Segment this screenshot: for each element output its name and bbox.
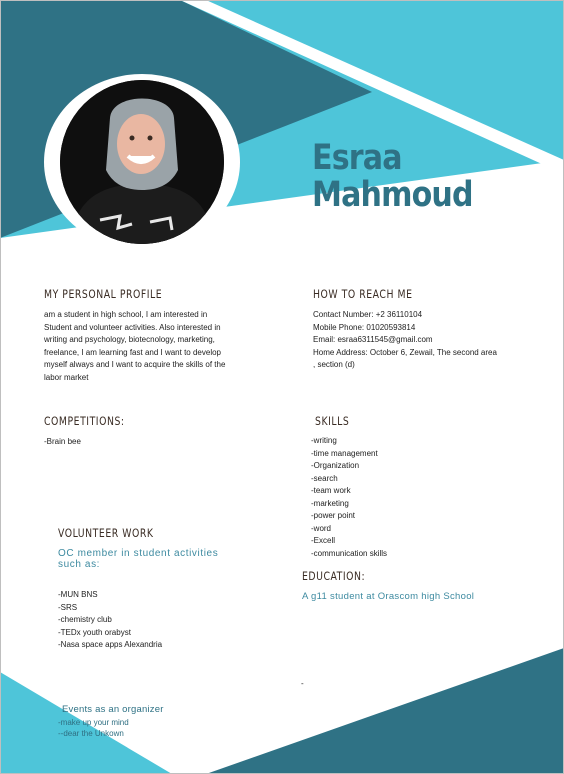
contact-text: Contact Number: +2 36110104 Mobile Phone… (313, 309, 513, 372)
stray-dash: - (301, 679, 304, 688)
list-item: -Organization (311, 461, 360, 470)
events-heading: Events as an organizer (62, 704, 164, 715)
profile-heading: MY PERSONAL PROFILE (44, 287, 163, 301)
person-portrait-icon (60, 80, 224, 244)
list-item: -marketing (311, 498, 349, 508)
list-item: -chemistry club (58, 615, 112, 624)
list-item: -writing (311, 436, 337, 445)
list-item: -search (311, 473, 338, 483)
last-name: Mahmoud (312, 175, 474, 215)
list-item: -MUN BNS (58, 590, 98, 599)
volunteer-subheading-line: such as: (58, 559, 101, 570)
skills-list: -writing -time management -Organization … (311, 435, 387, 560)
list-item: -Nasa space apps Alexandria (58, 640, 163, 649)
volunteer-subheading: OC member in student activities such as: (58, 548, 218, 570)
skills-heading: SKILLS (315, 414, 350, 428)
list-item: --dear the Unkown (58, 728, 124, 738)
volunteer-list: -MUN BNS -SRS -chemistry club -TEDx yout… (58, 589, 162, 652)
profile-text: am a student in high school, I am intere… (44, 309, 244, 385)
teal-bottom-triangle (206, 648, 564, 774)
profile-line: am a student in high school, I am intere… (44, 310, 208, 319)
profile-photo (60, 80, 224, 244)
profile-line: labor market (44, 372, 89, 382)
list-item: -make up your mind (58, 718, 129, 727)
full-name: Esraa Mahmoud (312, 138, 474, 215)
profile-line: myself always and I want to acquire the … (44, 360, 226, 370)
list-item: -SRS (58, 602, 78, 612)
first-name: Esraa (312, 138, 403, 178)
list-item: -time management (311, 448, 378, 458)
education-text: A g11 student at Orascom high School (302, 591, 475, 602)
profile-line: writing and psychology, biotecnology, ma… (44, 335, 215, 345)
list-item: -Brain bee (44, 437, 81, 446)
email: Email: esraa6311545@gmail.com (313, 335, 433, 345)
list-item: -power point (311, 511, 356, 520)
contact-heading: HOW TO REACH ME (313, 287, 413, 301)
profile-line: Student and volunteer activities. Also i… (44, 322, 221, 332)
home-address: Home Address: October 6, Zewail, The sec… (313, 347, 497, 357)
list-item: -communication skills (311, 548, 388, 558)
mobile-phone: Mobile Phone: 01020593814 (313, 322, 416, 332)
list-item: -team work (311, 486, 351, 495)
volunteer-heading: VOLUNTEER WORK (58, 526, 154, 540)
profile-photo-frame (44, 74, 240, 250)
volunteer-subheading-line: OC member in student activities (58, 548, 219, 559)
home-address-cont: , section (d) (313, 360, 355, 370)
competitions-heading: COMPETITIONS: (44, 414, 125, 428)
profile-line: freelance, I am learning fast and I want… (44, 347, 221, 357)
list-item: -TEDx youth orabyst (58, 627, 131, 637)
education-heading: EDUCATION: (302, 569, 366, 583)
list-item: -word (311, 523, 332, 533)
competitions-list: -Brain bee (44, 436, 81, 449)
resume-page: { "header": { "first_name": "Esraa", "la… (0, 0, 564, 774)
events-list: -make up your mind --dear the Unkown (58, 718, 129, 739)
list-item: -Excell (311, 536, 336, 545)
contact-number: Contact Number: +2 36110104 (313, 310, 423, 319)
